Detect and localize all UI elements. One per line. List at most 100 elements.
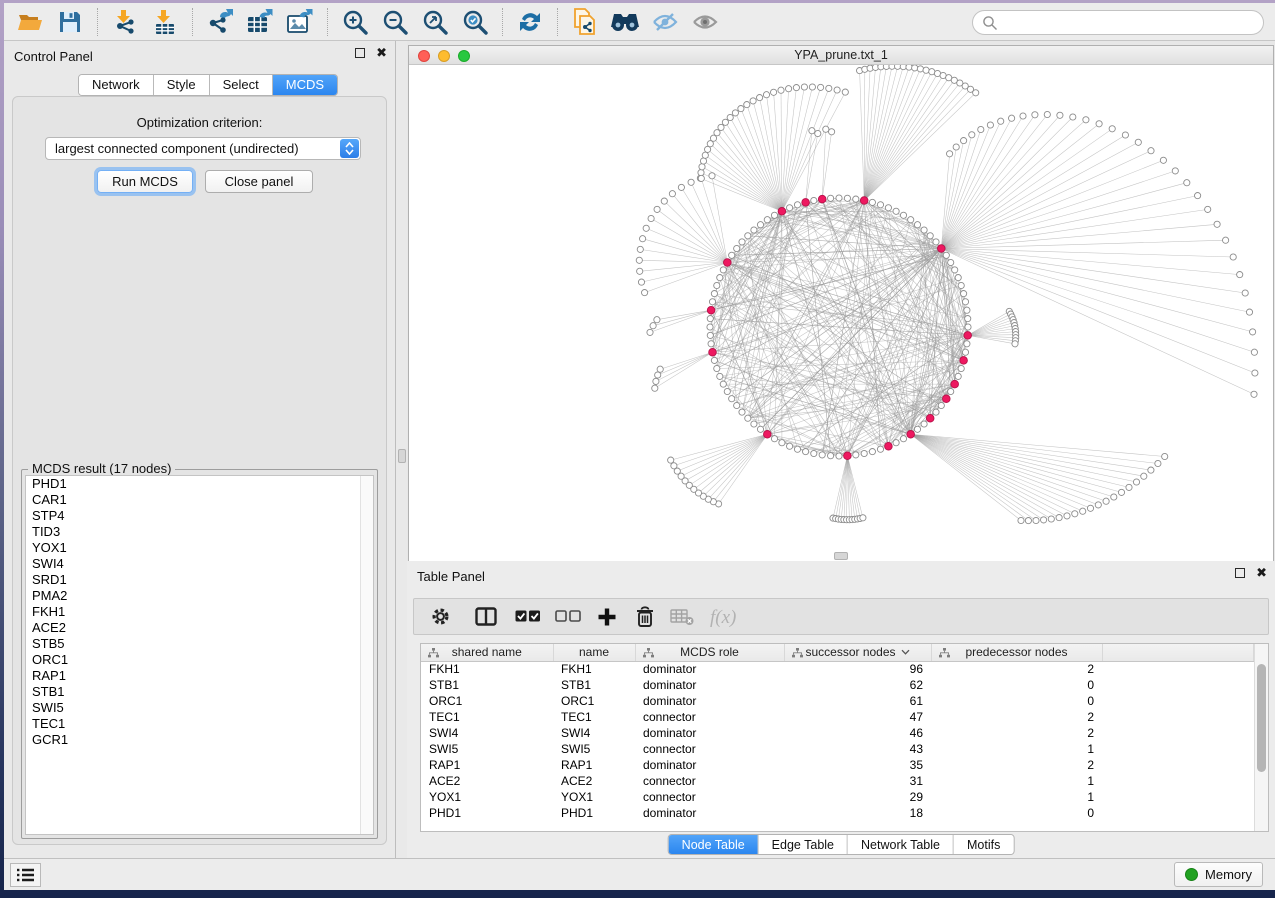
network-window: YPA_prune.txt_1 xyxy=(408,45,1274,561)
column-header-name[interactable]: name xyxy=(553,644,635,661)
run-mcds-button[interactable]: Run MCDS xyxy=(97,170,193,193)
memory-button[interactable]: Memory xyxy=(1174,862,1263,887)
mcds-result-node[interactable]: TID3 xyxy=(26,524,373,540)
show-all-icon[interactable] xyxy=(685,6,725,38)
mcds-result-node[interactable]: FKH1 xyxy=(26,604,373,620)
tab-edge-table[interactable]: Edge Table xyxy=(759,835,848,854)
create-column-icon[interactable] xyxy=(597,607,617,627)
selected-criterion: largest connected component (undirected) xyxy=(46,141,340,156)
search-input[interactable] xyxy=(998,15,1263,30)
mcds-result-list[interactable]: PHD1CAR1STP4TID3YOX1SWI4SRD1PMA2FKH1ACE2… xyxy=(25,475,374,835)
network-canvas[interactable] xyxy=(409,65,1273,561)
mcds-result-node[interactable]: PHD1 xyxy=(26,476,373,492)
mcds-result-node[interactable]: STP4 xyxy=(26,508,373,524)
column-header-MCDS-role[interactable]: MCDS role xyxy=(635,644,784,661)
hide-selected-icon[interactable] xyxy=(645,6,685,38)
zoom-selected-icon[interactable] xyxy=(455,6,495,38)
status-bar: Memory xyxy=(4,858,1275,890)
control-panel: Control Panel ✖ NetworkStyleSelectMCDS O… xyxy=(4,41,395,858)
select-all-icon[interactable] xyxy=(515,610,541,623)
column-header-shared-name[interactable]: shared name xyxy=(421,644,553,661)
vertical-splitter[interactable] xyxy=(395,41,407,858)
network-graph[interactable] xyxy=(409,65,1273,561)
show-columns-icon[interactable] xyxy=(475,607,497,626)
zoom-fit-icon[interactable] xyxy=(415,6,455,38)
attribute-type-icon xyxy=(643,648,654,658)
list-icon xyxy=(17,868,35,882)
table-row[interactable]: SWI4SWI4dominator462 xyxy=(421,725,1253,741)
column-header-predecessor-nodes[interactable]: predecessor nodes xyxy=(931,644,1102,661)
horizontal-splitter-handle[interactable] xyxy=(834,552,848,560)
column-header-empty xyxy=(1102,644,1253,661)
table-row[interactable]: STB1STB1dominator620 xyxy=(421,677,1253,693)
tab-network[interactable]: Network xyxy=(79,75,154,95)
table-row[interactable]: YOX1YOX1connector291 xyxy=(421,789,1253,805)
float-panel-icon[interactable] xyxy=(1235,568,1245,578)
sort-indicator-icon xyxy=(901,649,910,655)
toolbar-separator xyxy=(502,8,503,36)
memory-status-icon xyxy=(1185,868,1198,881)
network-window-title: YPA_prune.txt_1 xyxy=(409,48,1273,62)
mcds-result-node[interactable]: ACE2 xyxy=(26,620,373,636)
mcds-result-node[interactable]: GCR1 xyxy=(26,732,373,748)
mcds-result-node[interactable]: STB5 xyxy=(26,636,373,652)
zoom-out-icon[interactable] xyxy=(375,6,415,38)
app-window: Control Panel ✖ NetworkStyleSelectMCDS O… xyxy=(4,3,1275,890)
find-icon[interactable] xyxy=(605,6,645,38)
column-header-successor-nodes[interactable]: successor nodes xyxy=(784,644,931,661)
mcds-result-node[interactable]: SWI4 xyxy=(26,556,373,572)
delete-column-icon[interactable] xyxy=(635,606,655,628)
table-row[interactable]: TEC1TEC1connector472 xyxy=(421,709,1253,725)
open-session-icon[interactable] xyxy=(10,6,50,38)
table-row[interactable]: SWI5SWI5connector431 xyxy=(421,741,1253,757)
optimization-criterion-select[interactable]: largest connected component (undirected) xyxy=(45,137,361,160)
float-panel-icon[interactable] xyxy=(355,48,365,58)
table-row[interactable]: ACE2ACE2connector311 xyxy=(421,773,1253,789)
mcds-result-node[interactable]: SWI5 xyxy=(26,700,373,716)
table-settings-gear-icon[interactable] xyxy=(430,606,451,627)
mcds-result-node[interactable]: STB1 xyxy=(26,684,373,700)
mcds-result-node[interactable]: SRD1 xyxy=(26,572,373,588)
mcds-result-node[interactable]: ORC1 xyxy=(26,652,373,668)
export-image-icon[interactable] xyxy=(280,6,320,38)
mcds-result-node[interactable]: YOX1 xyxy=(26,540,373,556)
export-network-icon[interactable] xyxy=(200,6,240,38)
save-session-icon[interactable] xyxy=(50,6,90,38)
mcds-result-node[interactable]: PMA2 xyxy=(26,588,373,604)
close-panel-button[interactable]: Close panel xyxy=(205,170,313,193)
table-row[interactable]: ORC1ORC1dominator610 xyxy=(421,693,1253,709)
splitter-handle[interactable] xyxy=(398,449,406,463)
export-table-icon[interactable] xyxy=(240,6,280,38)
import-table-icon[interactable] xyxy=(145,6,185,38)
import-network-icon[interactable] xyxy=(105,6,145,38)
tab-select[interactable]: Select xyxy=(210,75,273,95)
table-scrollbar[interactable] xyxy=(1254,644,1268,831)
list-scrollbar[interactable] xyxy=(360,476,373,834)
table-row[interactable]: RAP1RAP1dominator352 xyxy=(421,757,1253,773)
mcds-result-node[interactable]: RAP1 xyxy=(26,668,373,684)
zoom-in-icon[interactable] xyxy=(335,6,375,38)
dropdown-stepper-icon xyxy=(340,139,359,158)
table-scrollbar-thumb[interactable] xyxy=(1257,664,1266,772)
refresh-layout-icon[interactable] xyxy=(510,6,550,38)
tab-node-table[interactable]: Node Table xyxy=(669,835,759,854)
mcds-result-node[interactable]: CAR1 xyxy=(26,492,373,508)
close-panel-icon[interactable]: ✖ xyxy=(376,48,387,58)
table-toolbar: f(x) xyxy=(413,598,1269,635)
clone-network-icon[interactable] xyxy=(565,6,605,38)
network-window-titlebar[interactable]: YPA_prune.txt_1 xyxy=(409,46,1273,65)
table-panel: Table Panel ✖ xyxy=(407,561,1275,858)
tab-motifs[interactable]: Motifs xyxy=(954,835,1013,854)
control-panel-tabs: NetworkStyleSelectMCDS xyxy=(78,74,338,96)
control-panel-header: Control Panel ✖ xyxy=(4,41,395,71)
deselect-all-icon[interactable] xyxy=(555,610,581,623)
task-history-button[interactable] xyxy=(10,863,41,887)
close-panel-icon[interactable]: ✖ xyxy=(1256,568,1267,578)
tab-network-table[interactable]: Network Table xyxy=(848,835,954,854)
table-row[interactable]: PHD1PHD1dominator180 xyxy=(421,805,1253,821)
table-row[interactable]: FKH1FKH1dominator962 xyxy=(421,661,1253,677)
tab-style[interactable]: Style xyxy=(154,75,210,95)
network-search-field[interactable] xyxy=(972,10,1264,35)
mcds-result-node[interactable]: TEC1 xyxy=(26,716,373,732)
tab-mcds[interactable]: MCDS xyxy=(273,75,337,95)
